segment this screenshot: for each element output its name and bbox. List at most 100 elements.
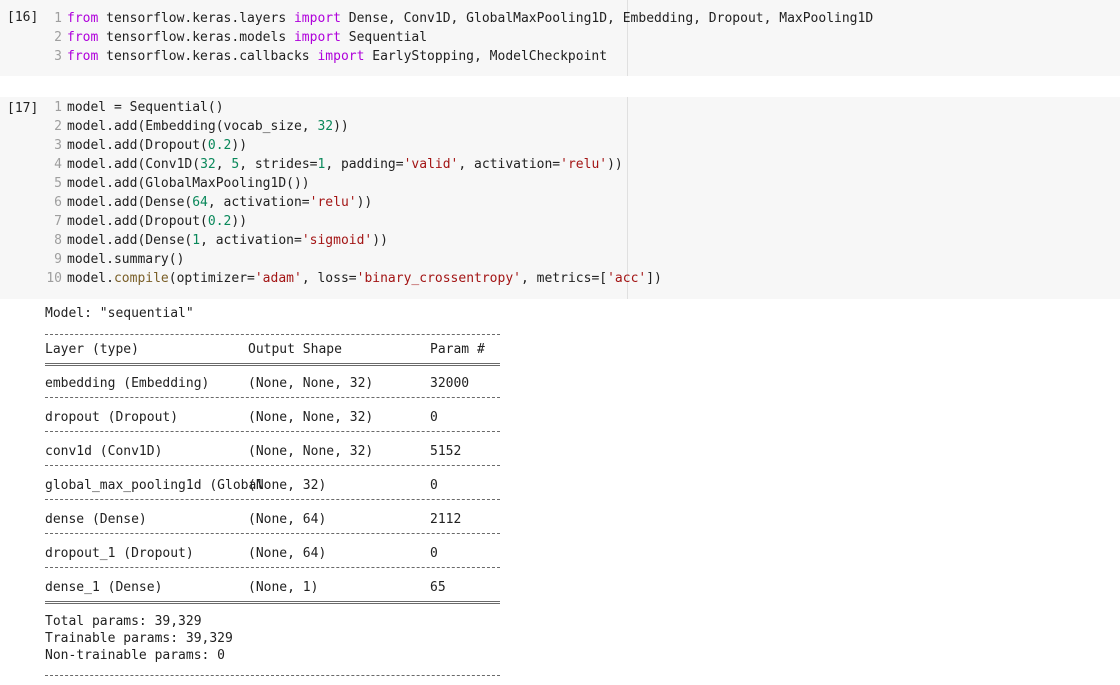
table-row-col-2: 0: [430, 546, 438, 561]
code-token: , activation=: [458, 157, 561, 172]
table-row-col-2: 65: [430, 580, 446, 595]
keyword-token: import: [293, 11, 341, 26]
code-token: model.add(Dropout(: [67, 138, 208, 153]
code-token: , loss=: [301, 271, 357, 286]
dashed-separator: [45, 334, 500, 335]
string-token: 'sigmoid': [301, 233, 373, 248]
dashed-separator: [45, 431, 500, 432]
table-row-col-1: (None, 64): [248, 546, 327, 561]
line-number: 10: [46, 271, 62, 286]
code-cell-17[interactable]: [17] 1 model = Sequential() 2 model.add(Emb…: [0, 97, 1120, 299]
dashed-separator: [45, 397, 500, 398]
code-token: model.: [67, 271, 114, 286]
code-token: , activation=: [200, 233, 302, 248]
table-row-col-1: (None, None, 32): [248, 410, 374, 425]
line-number: 4: [54, 157, 62, 172]
execution-count: [16]: [7, 10, 39, 25]
code-token: Dense, Conv1D, GlobalMaxPooling1D, Embed…: [340, 11, 874, 26]
code-line: 4 model.add(Conv1D(32, 5, strides=1, padd…: [48, 155, 623, 174]
code-token: )): [231, 214, 248, 229]
code-token: EarlyStopping, ModelCheckpoint: [364, 49, 608, 64]
double-separator: [45, 363, 500, 366]
code-token: model = Sequential(): [67, 100, 224, 115]
table-row-col-2: 0: [430, 478, 438, 493]
line-number: 1: [54, 100, 62, 115]
number-token: 64: [192, 195, 208, 210]
code-token: model.summary(): [67, 252, 185, 267]
code-token: tensorflow.keras.layers: [98, 11, 294, 26]
code-token: )): [356, 195, 373, 210]
code-token: , metrics=[: [521, 271, 608, 286]
code-token: ]): [646, 271, 662, 286]
table-row-col-0: dense (Dense): [45, 512, 147, 527]
code-token: , strides=: [239, 157, 318, 172]
code-line: 8 model.add(Dense(1, activation='sigmoid'…: [48, 231, 388, 250]
table-row-col-2: 32000: [430, 376, 470, 391]
code-token: model.add(Dense(: [67, 233, 193, 248]
string-token: 'adam': [254, 271, 302, 286]
code-line: 2 model.add(Embedding(vocab_size, 32)): [48, 117, 349, 136]
table-row-col-0: dropout (Dropout): [45, 410, 179, 425]
code-token: model.add(Dropout(: [67, 214, 208, 229]
code-line: 2 from tensorflow.keras.models import Seq…: [48, 28, 427, 47]
string-token: 'binary_crossentropy': [356, 271, 521, 286]
code-line: 7 model.add(Dropout(0.2)): [48, 212, 247, 231]
line-number: 3: [54, 138, 62, 153]
dashed-separator: [45, 567, 500, 568]
line-number: 3: [54, 49, 62, 64]
table-row-col-1: (None, None, 32): [248, 376, 374, 391]
table-header-col-1: Output Shape: [248, 342, 342, 357]
dashed-separator: [45, 675, 500, 676]
code-line: 3 from tensorflow.keras.callbacks import …: [48, 47, 607, 66]
line-number: 2: [54, 30, 62, 45]
table-row-col-1: (None, 1): [248, 580, 319, 595]
string-token: 'relu': [309, 195, 357, 210]
dashed-separator: [45, 465, 500, 466]
table-row-col-2: 2112: [430, 512, 462, 527]
code-editor[interactable]: 1 model = Sequential() 2 model.add(Embeddin…: [46, 97, 662, 299]
table-row-col-0: dense_1 (Dense): [45, 580, 163, 595]
code-line: 1 from tensorflow.keras.layers import Den…: [48, 9, 873, 28]
trainable-params: Trainable params: 39,329: [45, 631, 233, 646]
dashed-separator: [45, 499, 500, 500]
code-token: )): [372, 233, 388, 248]
table-row-col-1: (None, 32): [248, 478, 327, 493]
double-separator: [45, 601, 500, 604]
code-token: , padding=: [325, 157, 404, 172]
code-token: Sequential: [340, 30, 428, 45]
code-token: model.add(GlobalMaxPooling1D()): [67, 176, 310, 191]
code-token: model.add(Dense(: [67, 195, 193, 210]
number-token: 0.2: [207, 138, 232, 153]
code-token: )): [607, 157, 623, 172]
code-line: 1 model = Sequential(): [48, 98, 224, 117]
table-row-col-1: (None, 64): [248, 512, 327, 527]
table-row-col-2: 0: [430, 410, 438, 425]
table-row-col-1: (None, None, 32): [248, 444, 374, 459]
line-number: 2: [54, 119, 62, 134]
dashed-separator: [45, 533, 500, 534]
table-row-col-0: global_max_pooling1d (Global: [45, 478, 265, 493]
function-token: compile: [113, 271, 169, 286]
code-cell-16[interactable]: [16] 1 from tensorflow.keras.layers impor…: [0, 0, 1120, 76]
code-line: 10 model.compile(optimizer='adam', loss='…: [41, 269, 662, 288]
code-line: 6 model.add(Dense(64, activation='relu')): [48, 193, 372, 212]
line-number: 8: [54, 233, 62, 248]
code-editor[interactable]: 1 from tensorflow.keras.layers import Den…: [48, 0, 873, 76]
keyword-token: import: [293, 30, 341, 45]
keyword-token: from: [67, 30, 99, 45]
keyword-token: from: [67, 49, 99, 64]
string-token: 'valid': [403, 157, 459, 172]
total-params: Total params: 39,329: [45, 614, 202, 629]
table-row-col-0: embedding (Embedding): [45, 376, 210, 391]
code-token: )): [333, 119, 349, 134]
table-row-col-0: conv1d (Conv1D): [45, 444, 163, 459]
code-token: , activation=: [207, 195, 310, 210]
code-line: 3 model.add(Dropout(0.2)): [48, 136, 247, 155]
number-token: 1: [192, 233, 201, 248]
code-token: ,: [215, 157, 232, 172]
table-header-col-0: Layer (type): [45, 342, 139, 357]
execution-count: [17]: [7, 101, 39, 116]
keyword-token: from: [67, 11, 99, 26]
code-token: )): [231, 138, 248, 153]
code-token: (optimizer=: [168, 271, 255, 286]
